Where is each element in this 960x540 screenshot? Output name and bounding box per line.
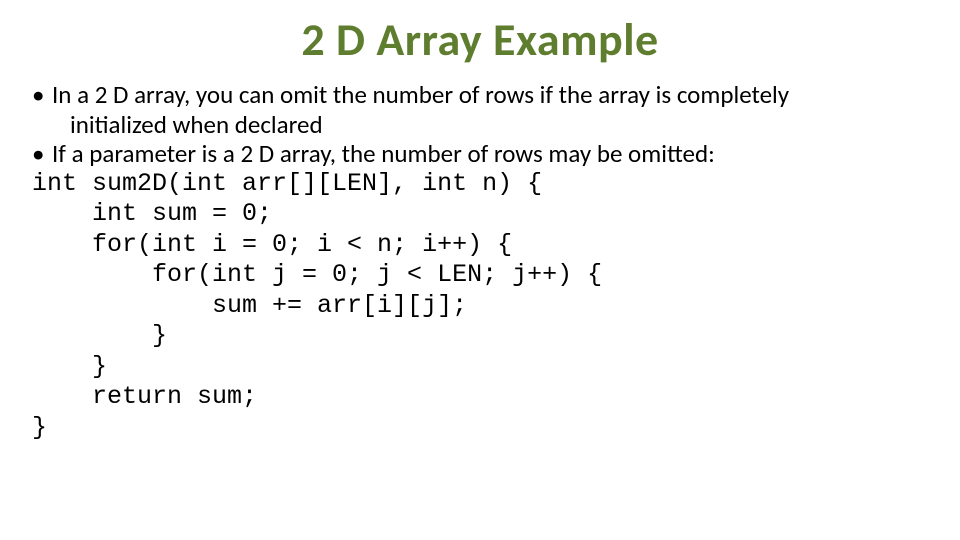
- slide-body: In a 2 D array, you can omit the number …: [0, 76, 960, 443]
- bullet-1-continuation: initialized when declared: [30, 110, 930, 140]
- bullet-2-text: If a parameter is a 2 D array, the numbe…: [52, 138, 715, 169]
- slide: 2 D Array Example In a 2 D array, you ca…: [0, 0, 960, 540]
- bullet-1-line-1: In a 2 D array, you can omit the number …: [52, 79, 789, 110]
- bullet-item-2: If a parameter is a 2 D array, the numbe…: [30, 139, 930, 169]
- slide-title: 2 D Array Example: [0, 0, 960, 76]
- code-block: int sum2D(int arr[][LEN], int n) { int s…: [30, 169, 930, 444]
- bullet-item-1: In a 2 D array, you can omit the number …: [30, 80, 930, 110]
